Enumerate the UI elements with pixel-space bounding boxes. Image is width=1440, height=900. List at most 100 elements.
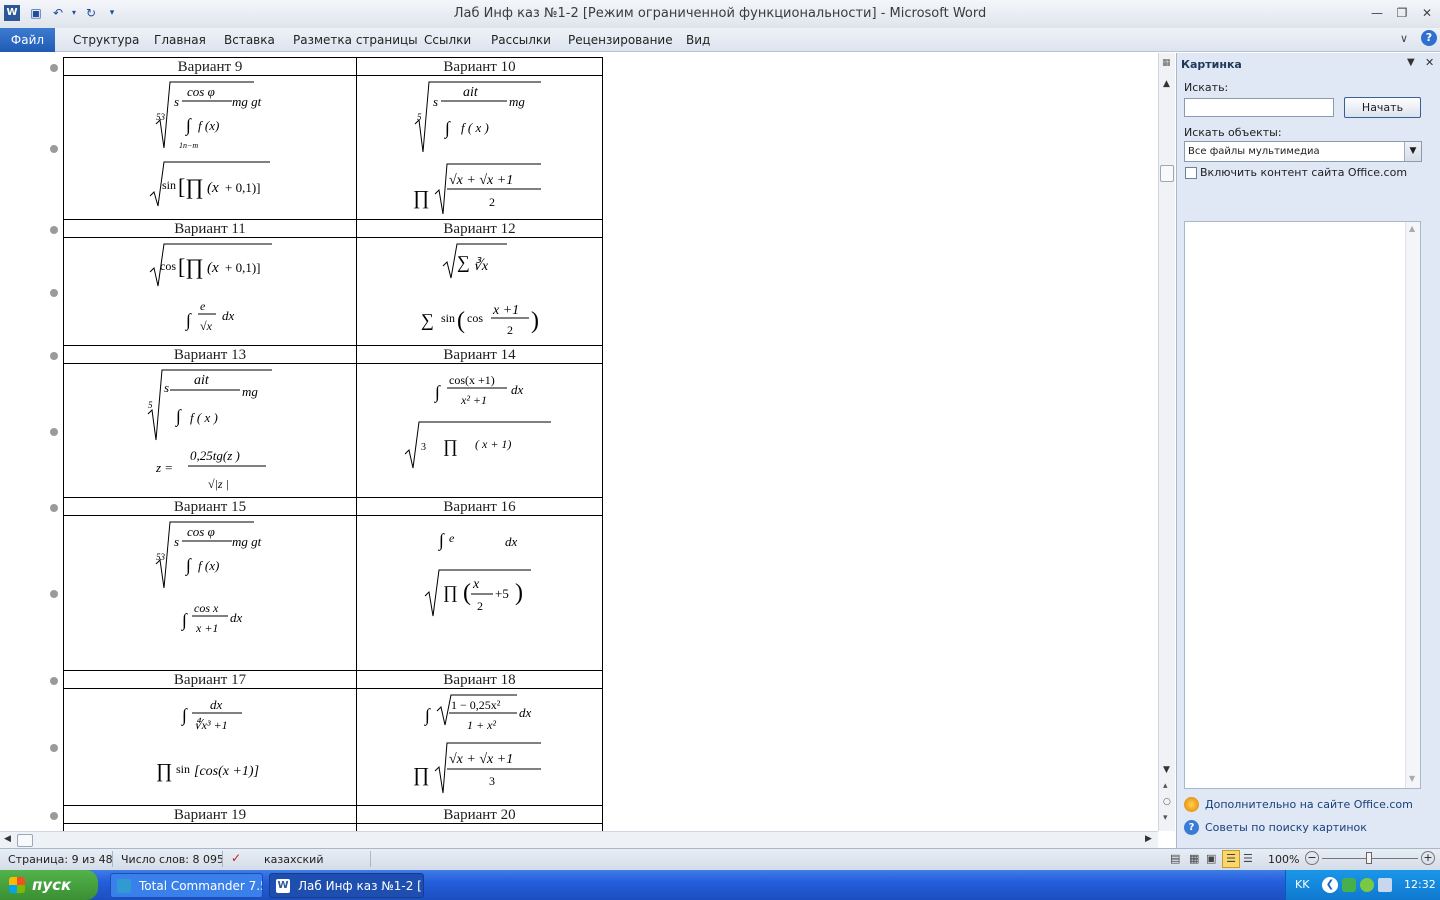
- svg-text:sin: sin: [176, 762, 190, 776]
- formula-image[interactable]: ∑ ∛x ∑ sin ( cos x +1 2 ): [357, 238, 602, 345]
- svg-text:∏: ∏: [443, 436, 458, 456]
- close-icon[interactable]: ✕: [1416, 4, 1438, 22]
- svg-text:5: 5: [417, 112, 422, 122]
- svg-text:dx: dx: [230, 610, 243, 625]
- svg-text:1n−m: 1n−m: [179, 141, 198, 150]
- svg-text:dx: dx: [210, 697, 223, 712]
- scroll-down-icon[interactable]: ▼: [1163, 765, 1170, 775]
- word-count[interactable]: Число слов: 8 095: [121, 853, 224, 866]
- tab-view[interactable]: Вид: [686, 33, 710, 47]
- vertical-scrollbar[interactable]: ▦ ▲ ▼ ▴ ○ ▾: [1158, 53, 1175, 831]
- search-input[interactable]: [1184, 98, 1334, 117]
- svg-text:sin: sin: [441, 311, 455, 325]
- ruler-toggle-icon[interactable]: ▦: [1162, 58, 1171, 68]
- pane-menu-icon[interactable]: ▼: [1407, 57, 1415, 68]
- proofing-icon[interactable]: ✓: [231, 851, 241, 865]
- svg-text:(x: (x: [207, 260, 219, 276]
- show-hidden-icons[interactable]: ❮: [1322, 877, 1338, 893]
- tab-mailings[interactable]: Рассылки: [491, 33, 551, 47]
- svg-text:dx: dx: [222, 308, 235, 323]
- tray-app-icon[interactable]: [1342, 878, 1356, 892]
- svg-text:3: 3: [489, 774, 495, 788]
- hscroll-thumb[interactable]: [17, 834, 33, 847]
- language-indicator[interactable]: казахский: [264, 853, 323, 866]
- chevron-down-icon[interactable]: ▼: [1404, 142, 1421, 161]
- include-office-label: Включить контент сайта Office.com: [1200, 166, 1408, 179]
- formula-image[interactable]: ∫ cos(x +1) x² +1 dx 3 ∏ ( x + 1): [357, 364, 602, 497]
- svg-text:dx: dx: [505, 534, 518, 549]
- tab-references[interactable]: Ссылки: [424, 33, 471, 47]
- minimize-icon[interactable]: —: [1366, 4, 1388, 22]
- web-layout-icon[interactable]: ▣: [1206, 852, 1216, 865]
- svg-text:0,25tg(z ): 0,25tg(z ): [190, 448, 240, 463]
- zoom-slider-thumb[interactable]: [1366, 852, 1372, 864]
- svg-text:x² +1: x² +1: [460, 393, 487, 407]
- restore-icon[interactable]: ❐: [1391, 4, 1413, 22]
- horizontal-scrollbar[interactable]: ◀ ▶: [0, 831, 1158, 848]
- formula-image[interactable]: 53 s cos φ mg gt ∫ f (x) 1n−m sin [∏ (x …: [64, 76, 356, 219]
- scroll-up-icon[interactable]: ▲: [1163, 79, 1170, 89]
- start-search-button[interactable]: Начать: [1344, 97, 1421, 118]
- svg-text:∏: ∏: [413, 764, 429, 786]
- task-total-commander[interactable]: Total Commander 7.5...: [110, 873, 263, 898]
- tab-file[interactable]: Файл: [0, 28, 55, 52]
- svg-text:∛x: ∛x: [473, 256, 489, 274]
- svg-text:[∏: [∏: [178, 254, 203, 279]
- tab-page-layout[interactable]: Разметка страницы: [293, 33, 418, 47]
- formula-image[interactable]: 5 s ait mg ∫ f ( x ) z = 0,25tg(z ) √|z …: [64, 364, 356, 497]
- include-office-checkbox[interactable]: [1185, 167, 1197, 179]
- table-row-header: Вариант 19 Вариант 20: [64, 805, 602, 824]
- formula-image[interactable]: 53 s cos φ mg gt ∫ f (x) ∫ cos x x +1 dx: [64, 516, 356, 670]
- tab-home[interactable]: Главная: [154, 33, 206, 47]
- media-type-select[interactable]: Все файлы мультимедиа ▼: [1184, 141, 1422, 162]
- scroll-up-icon[interactable]: ▲: [1409, 224, 1415, 233]
- formula-image[interactable]: ∫ e dx ∏ ( x 2 +5 ): [357, 516, 602, 670]
- browse-object-icon[interactable]: ○: [1163, 797, 1171, 807]
- results-scrollbar[interactable]: ▲ ▼: [1405, 222, 1420, 788]
- svg-text:2: 2: [489, 195, 495, 209]
- bullet-icon: [50, 289, 58, 297]
- keyboard-layout[interactable]: KK: [1295, 878, 1309, 891]
- ribbon-minimize-icon[interactable]: ∨: [1400, 32, 1408, 45]
- zoom-in-icon[interactable]: +: [1421, 851, 1435, 865]
- bullet-icon: [50, 504, 58, 512]
- tray-display-icon[interactable]: [1378, 878, 1392, 892]
- start-button[interactable]: пуск: [0, 870, 98, 900]
- scroll-down-icon[interactable]: ▼: [1409, 774, 1415, 783]
- document-area[interactable]: Вариант 9 Вариант 10 Вариант 11 Вариант …: [0, 53, 1158, 831]
- formula-image[interactable]: 5 s ait mg ∫ f ( x ) ∏ √x + √x +1 2: [357, 76, 602, 219]
- tab-review[interactable]: Рецензирование: [568, 33, 673, 47]
- page-counter[interactable]: Страница: 9 из 48: [8, 853, 113, 866]
- tab-structure[interactable]: Структура: [73, 33, 139, 47]
- clock[interactable]: 12:32: [1404, 878, 1436, 891]
- help-icon[interactable]: ?: [1421, 30, 1437, 46]
- results-list[interactable]: ▲ ▼: [1184, 221, 1421, 789]
- draft-view-icon[interactable]: ☰: [1243, 852, 1253, 865]
- pane-close-icon[interactable]: ✕: [1425, 56, 1434, 69]
- search-tips-link[interactable]: Советы по поиску картинок: [1205, 821, 1367, 834]
- zoom-level[interactable]: 100%: [1268, 853, 1299, 866]
- tray-network-icon[interactable]: [1360, 878, 1374, 892]
- scroll-thumb[interactable]: [1160, 165, 1174, 182]
- outline-view-icon[interactable]: ☰: [1222, 850, 1240, 868]
- reading-layout-icon[interactable]: ▦: [1189, 852, 1199, 865]
- task-word-document[interactable]: W Лаб Инф каз №1-2 [...: [269, 873, 424, 898]
- more-office-link[interactable]: Дополнительно на сайте Office.com: [1205, 798, 1413, 811]
- tab-insert[interactable]: Вставка: [224, 33, 275, 47]
- table-row-header: Вариант 11 Вариант 12: [64, 219, 602, 238]
- next-page-icon[interactable]: ▾: [1163, 813, 1168, 823]
- svg-text:+ 0,1)]: + 0,1)]: [225, 180, 261, 195]
- svg-text:e: e: [449, 531, 455, 545]
- print-layout-icon[interactable]: ▤: [1170, 852, 1180, 865]
- previous-page-icon[interactable]: ▴: [1163, 781, 1168, 791]
- scroll-right-icon[interactable]: ▶: [1145, 834, 1152, 844]
- scroll-left-icon[interactable]: ◀: [4, 834, 11, 844]
- svg-text:ait: ait: [463, 85, 479, 100]
- svg-text:ait: ait: [194, 373, 210, 388]
- svg-text:1 − 0,25x²: 1 − 0,25x²: [451, 698, 501, 712]
- zoom-out-icon[interactable]: −: [1305, 851, 1319, 865]
- formula-image[interactable]: cos [∏ (x + 0,1)] ∫ e √x dx: [64, 238, 356, 345]
- formula-image[interactable]: ∫ dx ∜x³ +1 ∏ sin [cos(x +1)]: [64, 689, 356, 805]
- formula-image[interactable]: ∫ 1 − 0,25x² 1 + x² dx ∏ √x + √x +1 3: [357, 689, 602, 805]
- svg-text:( x + 1): ( x + 1): [475, 437, 511, 451]
